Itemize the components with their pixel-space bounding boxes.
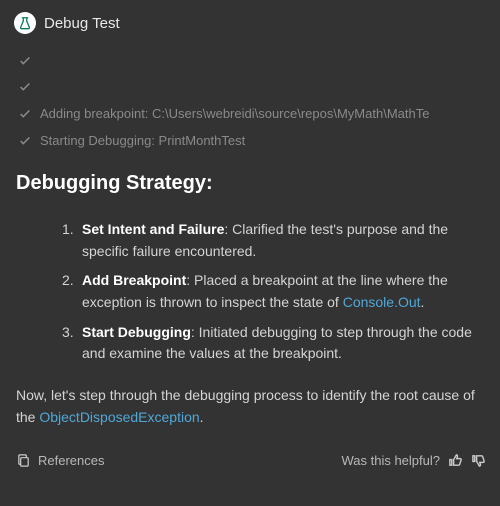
status-text: Adding breakpoint: C:\Users\webreidi\sou… xyxy=(40,106,429,121)
flask-icon xyxy=(14,12,36,34)
link-exception[interactable]: ObjectDisposedException xyxy=(39,409,199,425)
thumbs-up-icon[interactable] xyxy=(448,453,463,468)
status-item: Adding breakpoint: C:\Users\webreidi\sou… xyxy=(18,100,486,127)
feedback-label: Was this helpful? xyxy=(341,453,440,468)
thumbs-down-icon[interactable] xyxy=(471,453,486,468)
references-label: References xyxy=(38,453,104,468)
step-title: Start Debugging xyxy=(82,324,191,340)
footer: References Was this helpful? xyxy=(16,453,486,468)
link-console-out[interactable]: Console.Out xyxy=(343,294,421,310)
check-icon xyxy=(18,54,32,68)
status-item: Starting Debugging: PrintMonthTest xyxy=(18,127,486,154)
step-item: Start Debugging: Initiated debugging to … xyxy=(62,322,486,365)
step-title: Add Breakpoint xyxy=(82,272,186,288)
paragraph-text: . xyxy=(200,409,204,425)
copy-icon xyxy=(16,453,31,468)
header: Debug Test xyxy=(14,12,486,34)
step-item: Set Intent and Failure: Clarified the te… xyxy=(62,219,486,262)
status-item xyxy=(18,48,486,74)
status-list: Adding breakpoint: C:\Users\webreidi\sou… xyxy=(18,48,486,154)
section-heading: Debugging Strategy: xyxy=(16,172,486,195)
check-icon xyxy=(18,134,32,148)
check-icon xyxy=(18,80,32,94)
step-title: Set Intent and Failure xyxy=(82,221,224,237)
references-button[interactable]: References xyxy=(16,453,104,468)
step-item: Add Breakpoint: Placed a breakpoint at t… xyxy=(62,270,486,313)
steps-list: Set Intent and Failure: Clarified the te… xyxy=(62,219,486,365)
step-desc: . xyxy=(421,294,425,310)
check-icon xyxy=(18,107,32,121)
status-text: Starting Debugging: PrintMonthTest xyxy=(40,133,245,148)
header-title: Debug Test xyxy=(44,15,120,32)
summary-paragraph: Now, let's step through the debugging pr… xyxy=(16,385,486,428)
feedback-group: Was this helpful? xyxy=(341,453,486,468)
status-item xyxy=(18,74,486,100)
